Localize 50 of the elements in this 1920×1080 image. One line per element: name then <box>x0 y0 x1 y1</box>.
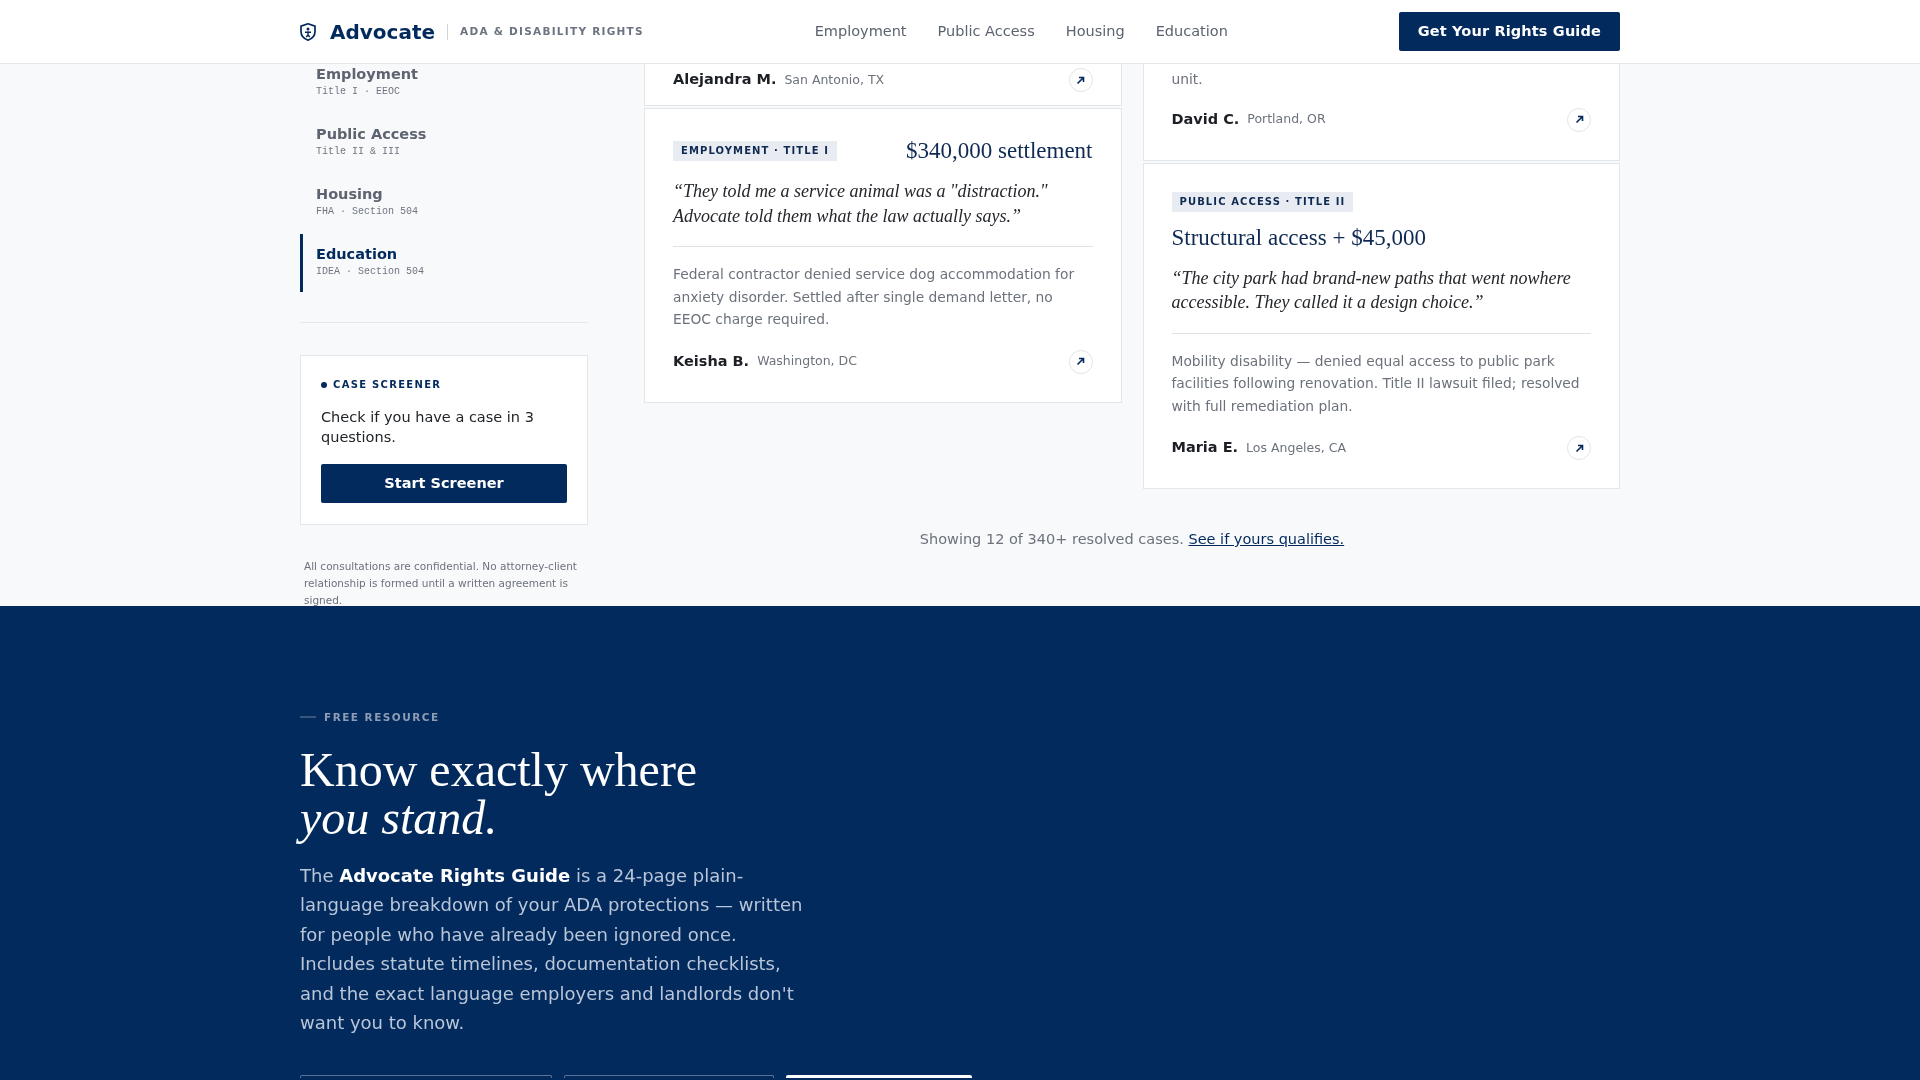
category-tag: PUBLIC ACCESS · TITLE II <box>1171 191 1354 212</box>
client-location: San Antonio, TX <box>784 70 885 89</box>
shield-logo-icon <box>300 22 316 41</box>
sidebar-item[interactable]: Housing FHA · Section 504 <box>300 174 588 232</box>
client-name: David C. <box>1171 109 1240 129</box>
sidebar-item[interactable]: Education IDEA · Section 504 <box>300 234 588 292</box>
nav-link[interactable]: Employment <box>814 20 907 43</box>
arrow-icon <box>1574 443 1584 453</box>
brand-name[interactable]: Advocate <box>330 19 436 44</box>
sidebar-item[interactable]: Public Access Title II & III <box>300 114 588 172</box>
client-location: Los Angeles, CA <box>1246 438 1346 457</box>
client-location: Portland, OR <box>1247 110 1326 129</box>
case-description: unit. <box>1171 70 1204 89</box>
dot-icon <box>321 382 327 388</box>
sidebar-item[interactable]: Employment Title I · EEOC <box>300 64 588 112</box>
case-quote: “They told me a service animal was a "distraction." Advocate told them what the law actually says.” <box>673 180 1049 228</box>
guide-description: The Advocate Rights Guide is a 24-page plain-language breakdown of your ADA protections — written for people who have already been ignored once. Includes statute timelines, documentation checklists, and the exact language employers and landlords don't want you to know. <box>300 864 804 1036</box>
case-description: Federal contractor denied service dog accommodation for anxiety disorder. Settled after single demand letter, no EEOC charge required. <box>673 265 1076 329</box>
dash-icon <box>300 716 316 718</box>
case-quote: “The city park had brand-new paths that went nowhere accessible. They called it a design choice.” <box>1171 266 1572 314</box>
brand-tagline: ADA & DISABILITY RIGHTS <box>460 23 644 39</box>
input-field[interactable] <box>300 1075 552 1079</box>
results-summary: Showing 12 of 340+ resolved cases. See if yours qualifies. <box>918 530 1346 549</box>
rights-guide-button[interactable]: Get Your Rights Guide <box>1398 12 1620 51</box>
open-case-button[interactable] <box>1567 436 1591 460</box>
client-name: Keisha B. <box>673 351 750 371</box>
case-headline: $340,000 settlement <box>905 137 1093 165</box>
form-button[interactable] <box>786 1075 972 1079</box>
input-field[interactable] <box>564 1075 774 1079</box>
case-headline: Structural access + $45,000 <box>1171 223 1426 252</box>
disclaimer-text: All consultations are confidential. No attorney-client relationship is formed until a written agreement is signed. <box>304 559 578 608</box>
case-description: Mobility disability — denied equal access to public park facilities following renovation. Title II lawsuit filed; resolved with full remediation plan. <box>1171 351 1581 416</box>
screener-text: Check if you have a case in 3 questions. <box>321 408 535 447</box>
client-name: Alejandra M. <box>673 70 777 90</box>
category-tag: EMPLOYMENT · TITLE I <box>673 141 837 161</box>
open-case-button[interactable] <box>1068 349 1093 374</box>
open-case-button[interactable] <box>1068 68 1093 92</box>
qualify-link[interactable]: See if yours qualifies. <box>1188 531 1345 547</box>
open-case-button[interactable] <box>1567 107 1591 132</box>
nav-link[interactable]: Housing <box>1065 20 1125 43</box>
nav-link[interactable]: Public Access <box>937 20 1035 43</box>
screener-label: CASE SCREENER <box>333 378 442 392</box>
arrow-icon <box>1076 75 1085 85</box>
nav-link[interactable]: Education <box>1155 20 1228 43</box>
start-screener-button[interactable]: Start Screener <box>321 464 567 503</box>
client-name: Maria E. <box>1171 438 1239 458</box>
arrow-icon <box>1574 115 1584 124</box>
arrow-icon <box>1076 357 1085 366</box>
section-eyebrow: FREE RESOURCE <box>324 711 440 723</box>
client-location: Washington, DC <box>757 352 857 371</box>
